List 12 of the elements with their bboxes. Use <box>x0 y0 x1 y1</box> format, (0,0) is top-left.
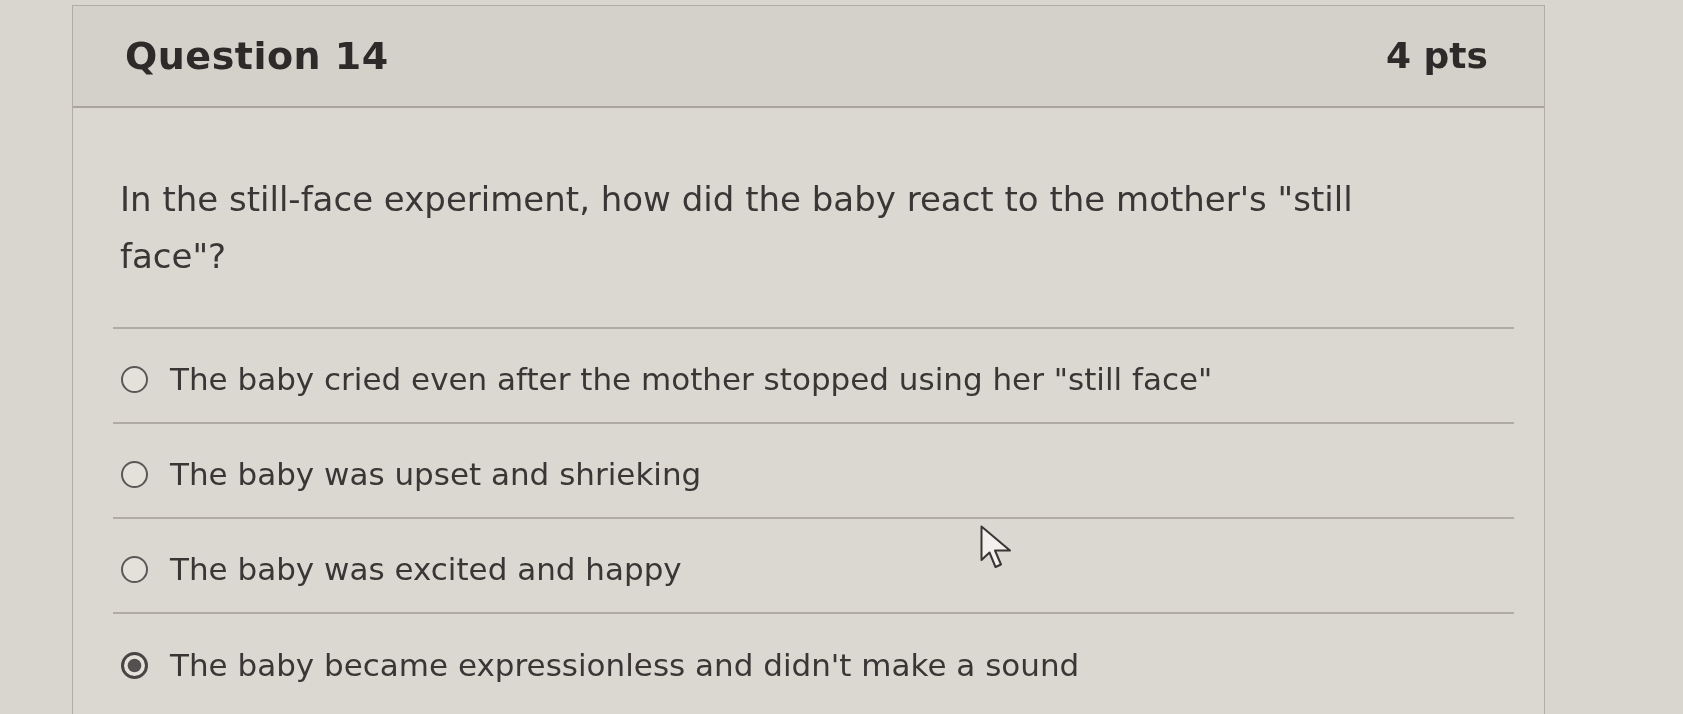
radio-button[interactable] <box>121 652 148 679</box>
radio-button[interactable] <box>121 461 148 488</box>
answer-label[interactable]: The baby became expressionless and didn't make a sound <box>170 642 1080 689</box>
points-label: 4 pts <box>1386 34 1488 78</box>
answer-label[interactable]: The baby was upset and shrieking <box>170 451 702 498</box>
question-title: Question 14 <box>125 32 389 80</box>
question-text: In the still-face experiment, how did the baby react to the mother's "still face"? <box>120 178 1354 278</box>
answer-label[interactable]: The baby cried even after the mother stopped using her "still face" <box>170 356 1213 403</box>
radio-button[interactable] <box>121 366 148 393</box>
answer-label[interactable]: The baby was excited and happy <box>170 546 682 593</box>
mouse-pointer-icon <box>980 525 1012 569</box>
radio-button[interactable] <box>121 556 148 583</box>
